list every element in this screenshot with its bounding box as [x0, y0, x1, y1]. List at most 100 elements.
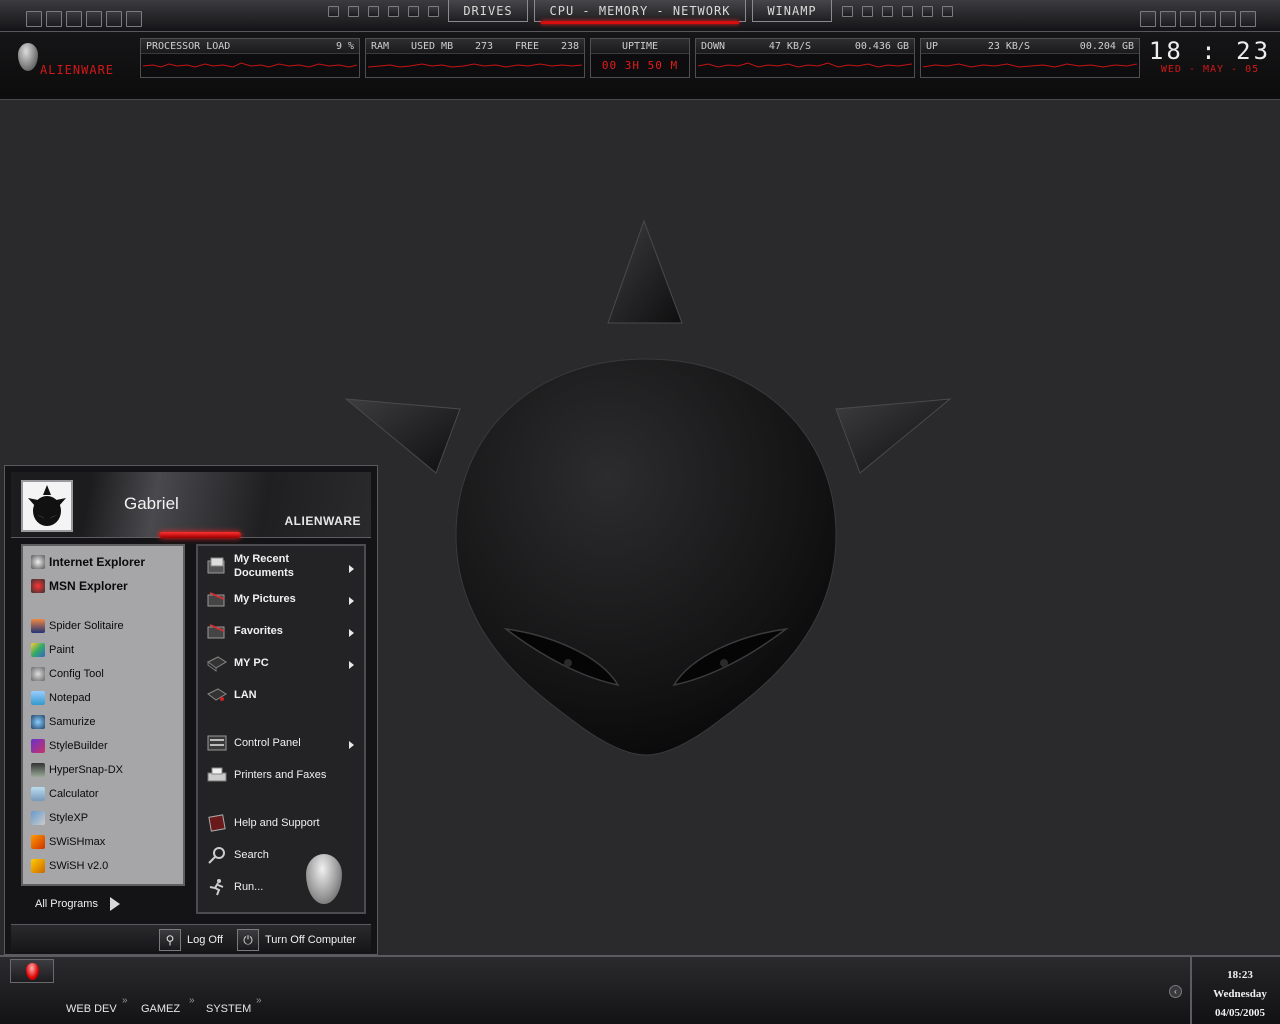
avatar[interactable]: [21, 480, 73, 532]
favorites-icon: [207, 624, 225, 639]
place-label-line1: My Recent: [234, 553, 290, 565]
all-programs-button[interactable]: All Programs: [21, 893, 185, 915]
left-pupil: [564, 659, 572, 667]
start-menu-header: Gabriel ALIENWARE: [11, 472, 371, 538]
search-icon: [208, 847, 225, 864]
tray-expand-icon[interactable]: ‹: [1169, 985, 1182, 998]
help-icon: [208, 814, 226, 832]
start-button[interactable]: [10, 959, 54, 983]
program-stylexp[interactable]: StyleXP: [31, 808, 88, 828]
turn-off-label: Turn Off Computer: [265, 934, 357, 946]
place-recent-documents[interactable]: My Recent Documents: [206, 552, 294, 580]
shortcut-button[interactable]: [126, 11, 142, 27]
program-label: Samurize: [49, 716, 96, 728]
place-favorites[interactable]: Favorites: [206, 622, 283, 640]
upload-total: 00.204 GB: [1079, 40, 1134, 52]
toolbar-system[interactable]: SYSTEM: [206, 1003, 251, 1015]
small-button[interactable]: [428, 6, 439, 17]
small-button[interactable]: [942, 6, 953, 17]
program-internet-explorer[interactable]: Internet Explorer: [31, 552, 145, 572]
program-config-tool[interactable]: Config Tool: [31, 664, 104, 684]
program-spider-solitaire[interactable]: Spider Solitaire: [31, 616, 124, 636]
samurize-icon: [31, 715, 45, 729]
place-help-support[interactable]: Help and Support: [206, 814, 320, 832]
small-button[interactable]: [882, 6, 893, 17]
shortcut-button[interactable]: [86, 11, 102, 27]
place-my-pc[interactable]: MY PC: [206, 654, 269, 672]
spider-solitaire-icon: [31, 619, 45, 633]
notepad-icon: [31, 691, 45, 705]
place-run[interactable]: Run...: [206, 878, 263, 896]
uptime-label: UPTIME: [621, 40, 659, 52]
hypersnap-icon: [31, 763, 45, 777]
small-button[interactable]: [842, 6, 853, 17]
right-small-buttons: [842, 6, 953, 17]
toolbar-separator-icon: »: [189, 995, 195, 1006]
program-label: SWiSHmax: [49, 836, 106, 848]
tab-winamp[interactable]: WINAMP: [752, 0, 832, 22]
small-button[interactable]: [368, 6, 379, 17]
log-off-label: Log Off: [187, 934, 223, 946]
right-pupil: [720, 659, 728, 667]
config-tool-icon: [31, 667, 45, 681]
program-paint[interactable]: Paint: [31, 640, 74, 660]
small-button[interactable]: [328, 6, 339, 17]
tray-clock[interactable]: 18:23 Wednesday 04/05/2005: [1192, 966, 1280, 1023]
internet-explorer-icon: [31, 555, 45, 569]
download-rate: 47 KB/S: [768, 40, 812, 52]
small-button[interactable]: [862, 6, 873, 17]
paint-icon: [31, 643, 45, 657]
places-list: My Recent Documents My Pictures Favorite…: [196, 544, 366, 914]
ram-panel: RAM USED MB 273 FREE 238: [365, 38, 585, 78]
program-label: SWiSH v2.0: [49, 860, 109, 872]
place-printers-faxes[interactable]: Printers and Faxes: [206, 766, 326, 784]
program-stylebuilder[interactable]: StyleBuilder: [31, 736, 108, 756]
small-button[interactable]: [348, 6, 359, 17]
shortcut-button[interactable]: [1160, 11, 1176, 27]
program-hypersnap-dx[interactable]: HyperSnap-DX: [31, 760, 123, 780]
logo-text: ALIENWARE: [40, 63, 115, 77]
download-total: 00.436 GB: [854, 40, 909, 52]
log-off-button[interactable]: ⚲ Log Off: [159, 929, 223, 951]
small-button[interactable]: [408, 6, 419, 17]
small-button[interactable]: [388, 6, 399, 17]
shortcut-button[interactable]: [46, 11, 62, 27]
download-label: DOWN: [701, 40, 726, 52]
right-shortcut-buttons: [1140, 11, 1256, 27]
shortcut-button[interactable]: [1140, 11, 1156, 27]
small-button[interactable]: [922, 6, 933, 17]
shortcut-button[interactable]: [1240, 11, 1256, 27]
turn-off-button[interactable]: ⏻ Turn Off Computer: [237, 929, 356, 951]
alien-emblem-wallpaper: [344, 219, 952, 756]
taskbar: WEB DEV » GAMEZ » SYSTEM » ‹ 18:23 Wedne…: [0, 955, 1280, 1024]
place-search[interactable]: Search: [206, 846, 269, 864]
small-button[interactable]: [902, 6, 913, 17]
tab-drives[interactable]: DRIVES: [448, 0, 528, 22]
program-notepad[interactable]: Notepad: [31, 688, 91, 708]
toolbar-gamez[interactable]: GAMEZ: [141, 1003, 180, 1015]
swish-icon: [31, 859, 45, 873]
program-samurize[interactable]: Samurize: [31, 712, 95, 732]
upload-panel: UP 23 KB/S 00.204 GB: [920, 38, 1140, 78]
shortcut-button[interactable]: [66, 11, 82, 27]
program-swish[interactable]: SWiSH v2.0: [31, 856, 108, 876]
place-my-pictures[interactable]: My Pictures: [206, 590, 296, 608]
program-calculator[interactable]: Calculator: [31, 784, 99, 804]
shortcut-button[interactable]: [1180, 11, 1196, 27]
place-lan[interactable]: LAN: [206, 686, 257, 704]
lan-icon: [207, 688, 227, 701]
shortcut-button[interactable]: [1200, 11, 1216, 27]
shortcut-button[interactable]: [106, 11, 122, 27]
shortcut-button[interactable]: [26, 11, 42, 27]
shortcut-button[interactable]: [1220, 11, 1236, 27]
tab-cpu-memory-network[interactable]: CPU - MEMORY - NETWORK: [534, 0, 746, 24]
toolbar-web-dev[interactable]: WEB DEV: [66, 1003, 117, 1015]
place-control-panel[interactable]: Control Panel: [206, 734, 301, 752]
stylexp-icon: [31, 811, 45, 825]
submenu-arrow-icon: [349, 661, 354, 669]
system-monitor-bar: DRIVES CPU - MEMORY - NETWORK WINAMP ALI…: [0, 0, 1280, 100]
swishmax-icon: [31, 835, 45, 849]
program-swishmax[interactable]: SWiSHmax: [31, 832, 105, 852]
program-msn-explorer[interactable]: MSN Explorer: [31, 576, 128, 596]
toolbar-separator-icon: »: [256, 995, 262, 1006]
